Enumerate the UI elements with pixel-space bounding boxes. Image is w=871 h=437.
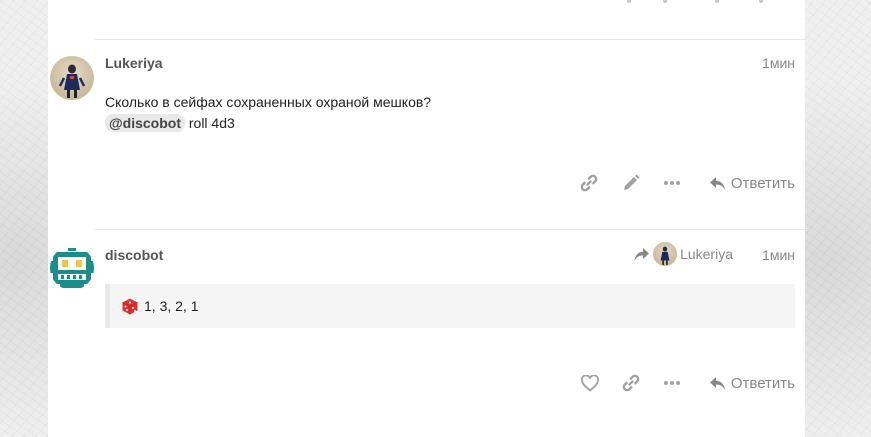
post-time[interactable]: 1мин [762,55,795,71]
more-icon[interactable] [663,173,681,193]
reply-label: Ответить [730,174,795,192]
dice-result-block: 1, 3, 2, 1 [105,284,795,328]
command-text: roll 4d3 [188,115,235,131]
post-discobot: discobot Lukeriya 1мин 1, 3, 2, 1 Ответи… [48,230,805,437]
more-icon[interactable] [663,373,681,393]
post-time[interactable]: 1мин [762,247,795,263]
reply-to-avatar [653,242,678,266]
post-lukeriya: Lukeriya 1мин Сколько в сейфах сохраненн… [48,40,805,230]
reply-to-indicator[interactable]: Lukeriya [634,242,733,266]
background-right [805,0,871,437]
background-left [0,0,48,437]
pencil-icon[interactable] [621,173,641,193]
share-arrow-icon [634,247,650,261]
topic-stream: Lukeriya 1мин Сколько в сейфах сохраненн… [48,0,805,437]
reply-button[interactable]: Ответить [709,375,795,392]
post-actions: Ответить [563,371,795,395]
reply-button[interactable]: Ответить [709,175,795,192]
post-text: Сколько в сейфах сохраненных охраной меш… [105,94,432,110]
reply-icon [709,176,725,190]
bot-avatar[interactable] [50,246,94,290]
dice-result-text: 1, 3, 2, 1 [144,298,199,314]
reply-label: Ответить [730,374,795,392]
post-command-line: @discobot roll 4d3 [105,113,431,134]
dice-icon [122,298,138,314]
heart-icon[interactable] [580,374,599,392]
post-username[interactable]: Lukeriya [105,55,163,71]
reply-to-name: Lukeriya [680,246,733,262]
mention-link[interactable]: @discobot [105,114,185,132]
post-body: Сколько в сейфах сохраненных охраной меш… [105,92,431,134]
link-icon[interactable] [579,173,599,193]
reply-icon [709,376,725,390]
previous-post-bottom [95,0,805,40]
post-actions: Ответить [561,171,795,195]
post-username[interactable]: discobot [105,247,163,263]
link-icon[interactable] [621,373,641,393]
user-avatar[interactable] [50,56,94,100]
